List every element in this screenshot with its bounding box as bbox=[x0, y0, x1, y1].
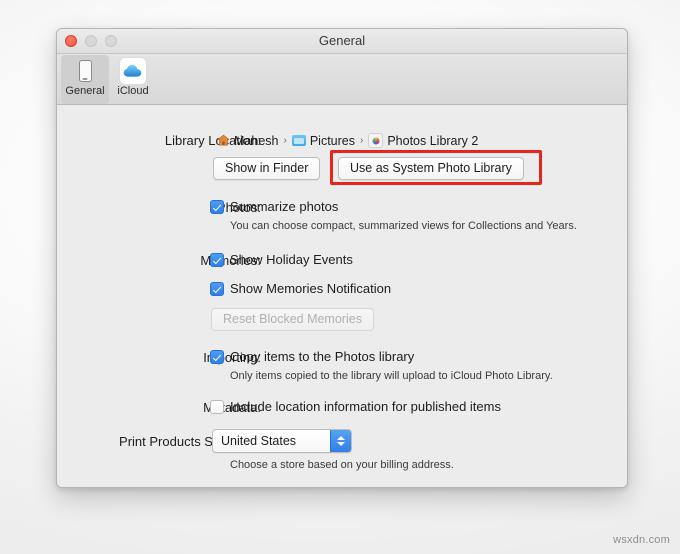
include-location-checkbox[interactable]: Include location information for publish… bbox=[210, 399, 501, 414]
library-location-breadcrumb: Mahesh › Pictures › Photos Library 2 bbox=[217, 133, 478, 148]
include-location-label: Include location information for publish… bbox=[230, 399, 501, 414]
copy-items-checkbox[interactable]: Copy items to the Photos library bbox=[210, 349, 414, 364]
folder-icon bbox=[291, 135, 306, 146]
breadcrumb-item-home-label: Mahesh bbox=[234, 133, 279, 148]
breadcrumb-separator-1: › bbox=[283, 135, 287, 146]
summarize-photos-checkbox[interactable]: Summarize photos bbox=[210, 199, 338, 214]
print-products-store-select[interactable]: United States bbox=[212, 429, 352, 453]
show-holiday-events-label: Show Holiday Events bbox=[230, 252, 353, 267]
show-memories-notification-label: Show Memories Notification bbox=[230, 281, 392, 296]
icloud-icon bbox=[109, 57, 157, 85]
show-holiday-events-checkbox[interactable]: Show Holiday Events bbox=[210, 252, 353, 267]
breadcrumb-item-library-label: Photos Library 2 bbox=[387, 133, 479, 148]
breadcrumb-item-home[interactable]: Mahesh bbox=[217, 134, 278, 148]
show-memories-notification-checkbox[interactable]: Show Memories Notification bbox=[210, 281, 391, 296]
preferences-window: General General iCloud Library Location:… bbox=[56, 28, 628, 488]
breadcrumb-item-pictures[interactable]: Pictures bbox=[291, 133, 355, 148]
breadcrumb-item-library[interactable]: Photos Library 2 bbox=[368, 133, 478, 148]
window-titlebar[interactable]: General bbox=[57, 29, 627, 54]
importing-hint: Only items copied to the library will up… bbox=[230, 370, 553, 382]
print-products-store-value: United States bbox=[221, 434, 297, 448]
device-icon bbox=[61, 57, 109, 85]
toolbar-tab-icloud-label: iCloud bbox=[117, 85, 149, 97]
reset-blocked-memories-button[interactable]: Reset Blocked Memories bbox=[211, 308, 374, 331]
toolbar-tab-general-label: General bbox=[65, 85, 105, 97]
home-icon bbox=[217, 134, 230, 147]
copy-items-label: Copy items to the Photos library bbox=[230, 349, 415, 364]
show-in-finder-button[interactable]: Show in Finder bbox=[213, 157, 321, 180]
watermark: wsxdn.com bbox=[613, 534, 670, 546]
checkbox-icon-copy-items[interactable] bbox=[210, 350, 224, 364]
breadcrumb-item-pictures-label: Pictures bbox=[309, 133, 355, 148]
print-products-store-hint: Choose a store based on your billing add… bbox=[230, 459, 454, 471]
toolbar-tab-general[interactable]: General bbox=[61, 55, 109, 104]
toolbar-tab-icloud[interactable]: iCloud bbox=[109, 55, 157, 97]
checkbox-icon-include-location[interactable] bbox=[210, 400, 224, 414]
checkbox-icon-holiday-events[interactable] bbox=[210, 253, 224, 267]
breadcrumb-separator-2: › bbox=[359, 135, 364, 146]
chevron-updown-icon[interactable] bbox=[330, 430, 351, 452]
use-as-system-photo-library-button[interactable]: Use as System Photo Library bbox=[338, 157, 524, 180]
checkbox-icon-memories-notification[interactable] bbox=[210, 282, 224, 296]
photos-hint: You can choose compact, summarized views… bbox=[230, 220, 577, 232]
window-title: General bbox=[318, 33, 366, 48]
preferences-toolbar: General iCloud bbox=[57, 54, 627, 105]
checkbox-icon-summarize[interactable] bbox=[210, 200, 224, 214]
photos-library-icon bbox=[368, 133, 384, 148]
summarize-photos-label: Summarize photos bbox=[230, 199, 339, 214]
preferences-content: Library Location: Mahesh › Pictures › Ph bbox=[57, 105, 627, 487]
